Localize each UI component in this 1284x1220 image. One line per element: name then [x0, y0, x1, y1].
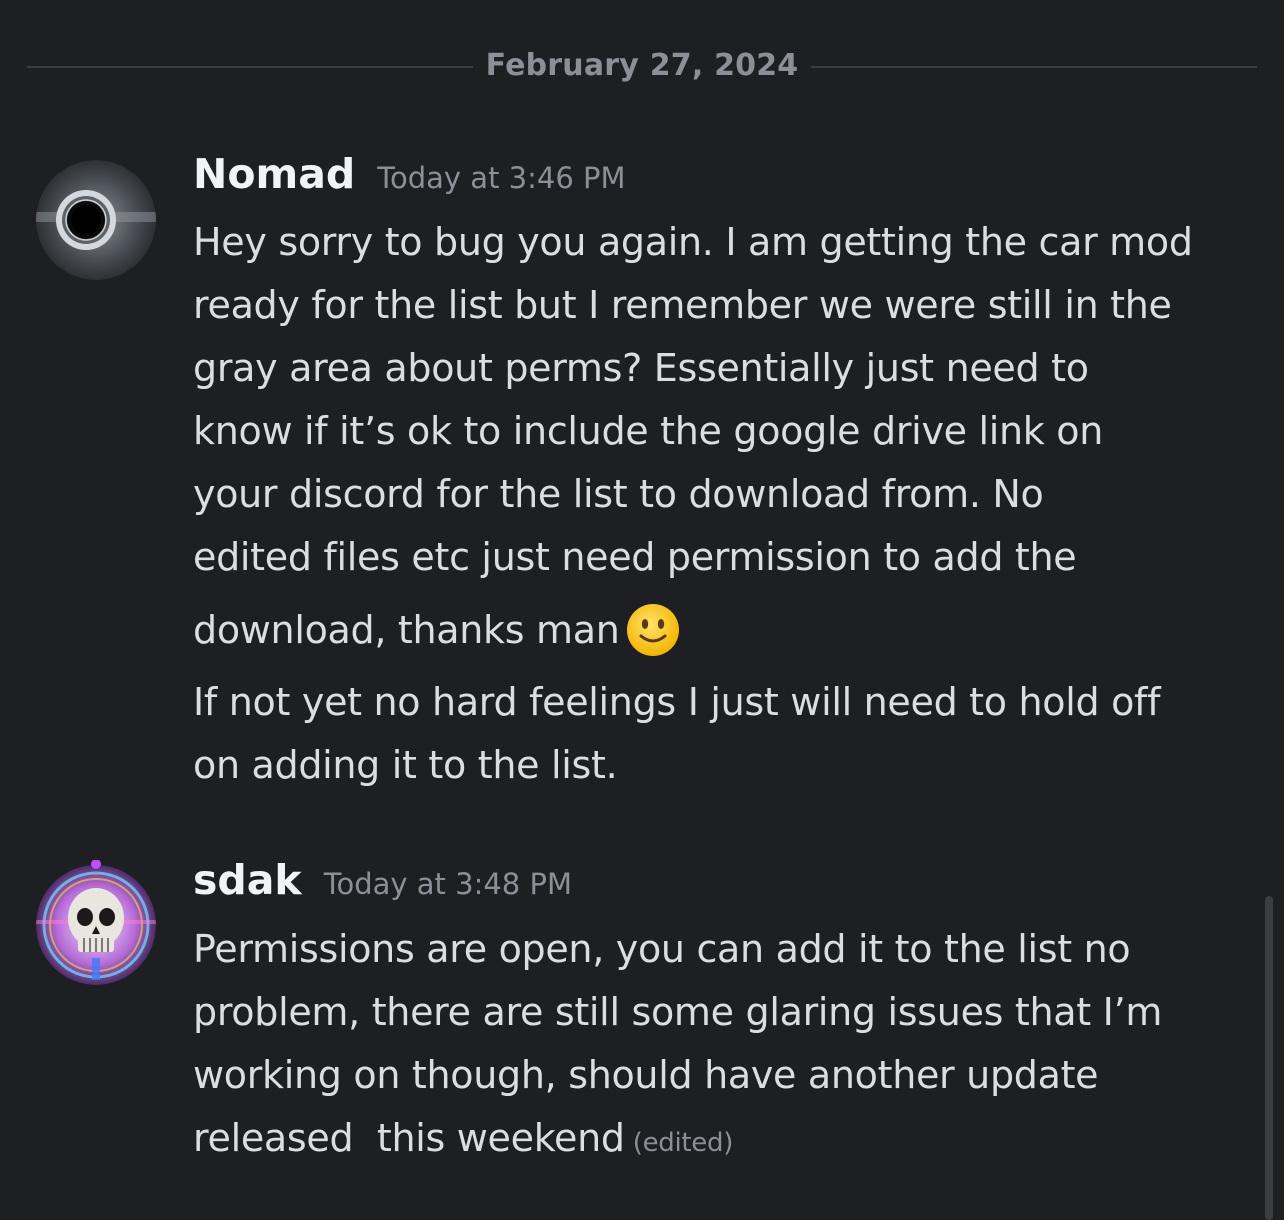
divider-line-right	[811, 66, 1257, 68]
avatar-black-hole-icon	[36, 160, 156, 280]
timestamp[interactable]: Today at 3:48 PM	[324, 867, 572, 901]
message-line: Hey sorry to bug you again. I am getting…	[193, 220, 1193, 264]
message-header: sdak Today at 3:48 PM	[193, 856, 572, 904]
message-nomad[interactable]: Nomad Today at 3:46 PM Hey sorry to bug y…	[0, 150, 1284, 800]
message-sdak[interactable]: sdak Today at 3:48 PM Permissions are ope…	[0, 856, 1284, 1186]
scrollbar-thumb[interactable]	[1265, 896, 1273, 1220]
message-line: released this weekend	[193, 1116, 625, 1160]
date-divider-label: February 27, 2024	[485, 48, 799, 83]
username[interactable]: Nomad	[193, 150, 355, 198]
avatar[interactable]	[36, 160, 156, 280]
message-line: download, thanks man	[193, 608, 620, 652]
message-line: gray area about perms? Essentially just …	[193, 346, 1089, 390]
message-content: Hey sorry to bug you again. I am getting…	[193, 211, 1263, 797]
username[interactable]: sdak	[193, 856, 302, 904]
message-line: Permissions are open, you can add it to …	[193, 927, 1131, 971]
message-line-with-emoji: download, thanks man	[193, 589, 1263, 671]
message-line: edited files etc just need permission to…	[193, 535, 1077, 579]
timestamp[interactable]: Today at 3:46 PM	[377, 161, 625, 195]
message-line: working on though, should have another u…	[193, 1053, 1099, 1097]
divider-line-left	[27, 66, 473, 68]
message-line: ready for the list but I remember we wer…	[193, 283, 1172, 327]
avatar[interactable]	[36, 860, 156, 985]
message-line: your discord for the list to download fr…	[193, 472, 1044, 516]
message-line: on adding it to the list.	[193, 743, 618, 787]
message-line: If not yet no hard feelings I just will …	[193, 680, 1161, 724]
message-line: problem, there are still some glaring is…	[193, 990, 1163, 1034]
avatar-skull-icon	[36, 860, 156, 985]
message-line-with-edited: released this weekend (edited)	[193, 1107, 1263, 1175]
date-divider: February 27, 2024	[27, 44, 1257, 90]
message-line: know if it’s ok to include the google dr…	[193, 409, 1104, 453]
message-content: Permissions are open, you can add it to …	[193, 918, 1263, 1175]
message-header: Nomad Today at 3:46 PM	[193, 150, 626, 198]
slightly-smiling-face-icon[interactable]	[626, 603, 680, 657]
edited-label: (edited)	[632, 1128, 734, 1158]
